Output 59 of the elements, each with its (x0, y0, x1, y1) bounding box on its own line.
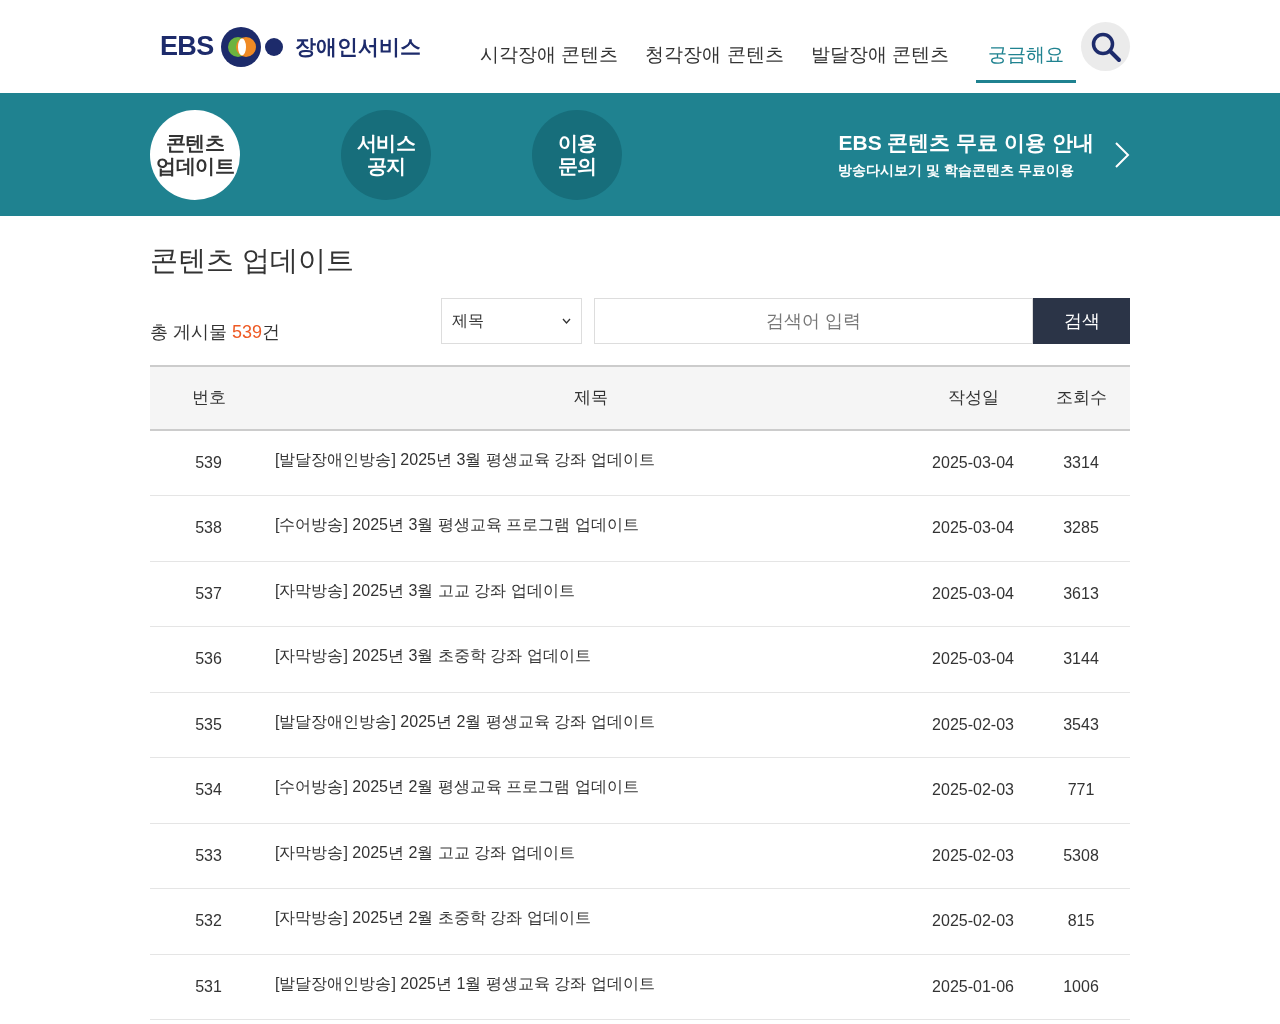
view-count-cell: 5308 (1063, 846, 1099, 864)
logo-brand-text[interactable]: EBS (160, 33, 214, 60)
column-header: 제목 (573, 388, 608, 408)
post-number-cell: 537 (195, 584, 222, 602)
post-date-cell: 2025-01-06 (932, 977, 1014, 995)
column-header: 조회수 (1055, 388, 1107, 408)
post-title-link[interactable]: [수어방송] 2025년 3월 평생교육 프로그램 업데이트 (275, 516, 639, 534)
post-title-link[interactable]: [자막방송] 2025년 3월 고교 강좌 업데이트 (275, 581, 575, 599)
post-number-cell: 534 (195, 781, 222, 799)
view-count-cell: 771 (1067, 781, 1095, 799)
post-number-cell: 531 (195, 977, 222, 995)
nav-menu-link[interactable]: 궁금해요 (975, 10, 1076, 83)
page-title: 콘텐츠 업데이트 (150, 244, 355, 278)
post-number-cell: 538 (195, 519, 222, 537)
post-title-link[interactable]: [수어방송] 2025년 2월 평생교육 프로그램 업데이트 (275, 778, 639, 796)
post-title-link[interactable]: [자막방송] 2025년 2월 고교 강좌 업데이트 (275, 843, 575, 861)
post-count-text: 총 게시물 539건 (150, 321, 282, 344)
post-date-cell: 2025-02-03 (932, 846, 1014, 864)
nav-menu-link[interactable]: 발달장애 콘텐츠 (810, 10, 949, 83)
view-count-cell: 3543 (1063, 715, 1099, 733)
post-number-cell: 532 (195, 912, 222, 930)
banner-title: EBS 콘텐츠 무료 이용 안내 (838, 129, 1094, 156)
post-date-cell: 2025-02-03 (932, 781, 1014, 799)
search-type-select[interactable]: 제목 (441, 298, 582, 344)
post-title-link[interactable]: [자막방송] 2025년 2월 초중학 강좌 업데이트 (275, 909, 591, 927)
logo-service-text[interactable]: 장애인서비스 (294, 36, 421, 57)
search-submit-button[interactable]: 검색 (1033, 298, 1130, 344)
free-use-banner-link[interactable]: EBS 콘텐츠 무료 이용 안내 방송다시보기 및 학습콘텐츠 무료이용 (838, 128, 1130, 181)
post-title-link[interactable]: [발달장애인방송] 2025년 1월 평생교육 강좌 업데이트 (275, 974, 655, 992)
post-number-cell: 533 (195, 846, 222, 864)
nav-menu-link[interactable]: 청각장애 콘텐츠 (645, 10, 784, 83)
post-number-cell: 539 (195, 454, 222, 471)
search-input[interactable]: 검색어 입력 (594, 298, 1033, 344)
banner-subtitle: 방송다시보기 및 학습콘텐츠 무료이용 (838, 160, 1075, 180)
column-header: 작성일 (947, 388, 999, 408)
view-count-cell: 3314 (1063, 454, 1099, 471)
post-number-cell: 535 (195, 715, 222, 733)
post-date-cell: 2025-03-04 (932, 584, 1014, 602)
post-date-cell: 2025-03-04 (932, 519, 1014, 537)
view-count-cell: 3285 (1063, 519, 1099, 537)
post-date-cell: 2025-02-03 (932, 715, 1014, 733)
post-date-cell: 2025-03-04 (932, 650, 1014, 668)
view-count-cell: 3613 (1063, 584, 1099, 602)
chevron-down-icon (562, 318, 571, 324)
post-number-cell: 536 (195, 650, 222, 668)
post-title-link[interactable]: [발달장애인방송] 2025년 2월 평생교육 강좌 업데이트 (275, 712, 655, 730)
post-title-link[interactable]: [발달장애인방송] 2025년 3월 평생교육 강좌 업데이트 (275, 451, 655, 468)
post-title-link[interactable]: [자막방송] 2025년 3월 초중학 강좌 업데이트 (275, 647, 591, 665)
view-count-cell: 1006 (1063, 977, 1099, 995)
post-date-cell: 2025-02-03 (932, 912, 1014, 930)
view-count-cell: 815 (1067, 912, 1095, 930)
search-icon (1089, 30, 1122, 63)
post-date-cell: 2025-03-04 (932, 454, 1014, 471)
logo-rings-icon (220, 26, 283, 67)
column-header: 번호 (191, 388, 226, 408)
chevron-right-icon (1114, 140, 1130, 169)
view-count-cell: 3144 (1063, 650, 1099, 668)
search-button[interactable] (1081, 22, 1130, 71)
nav-menu-link[interactable]: 시각장애 콘텐츠 (480, 10, 619, 83)
